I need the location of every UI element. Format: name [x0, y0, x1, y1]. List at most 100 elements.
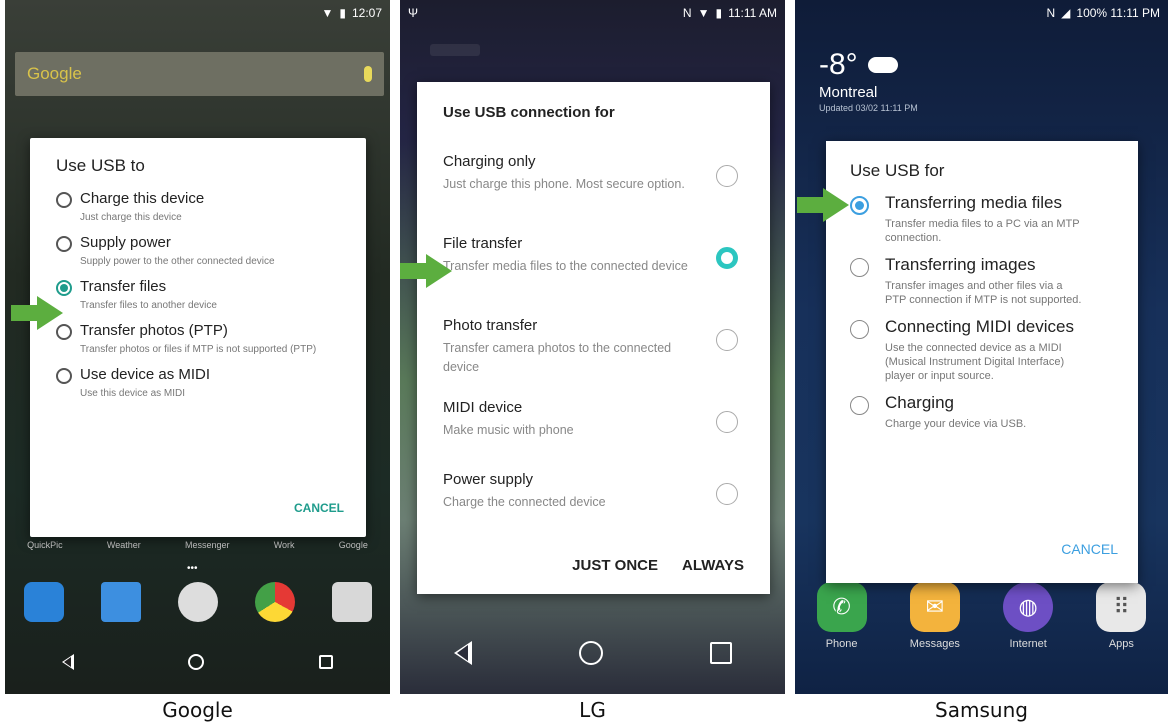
radio-button[interactable]	[56, 236, 72, 252]
samsung-phone-screen: N ◢ 100% 11:11 PM -8° Montreal Updated 0…	[795, 0, 1168, 694]
radio-button[interactable]	[56, 192, 72, 208]
phone-app[interactable]: ✆ Phone	[806, 582, 878, 650]
home-icon[interactable]	[188, 654, 205, 670]
wifi-icon: ▼	[321, 6, 334, 20]
radio-button-selected[interactable]	[56, 280, 72, 296]
just-once-button[interactable]: JUST ONCE	[572, 557, 658, 574]
lg-phone-screen: Ψ N ▼ ▮ 11:11 AM Use USB connection for …	[400, 0, 785, 694]
option-desc: Make music with phone	[443, 423, 574, 437]
usb-option[interactable]: Charging Charge your device via USB.	[850, 393, 1138, 431]
globe-icon: ◍	[1003, 582, 1054, 632]
nav-bar	[400, 612, 785, 694]
radio-button[interactable]	[716, 329, 738, 351]
option-label: Charging	[885, 393, 954, 412]
radio-button[interactable]	[56, 368, 72, 384]
envelope-icon: ✉	[909, 582, 960, 632]
always-button[interactable]: ALWAYS	[682, 557, 744, 574]
highlight-arrow-icon	[11, 296, 63, 330]
nav-bar	[5, 630, 390, 694]
usb-option[interactable]: Power supply Charge the connected device	[443, 471, 770, 533]
mic-icon[interactable]	[364, 66, 372, 82]
option-label: Connecting MIDI devices	[885, 317, 1074, 336]
internet-app[interactable]: ◍ Internet	[992, 582, 1064, 650]
radio-button[interactable]	[850, 258, 869, 277]
option-desc: Transfer camera photos to the connected …	[443, 341, 672, 374]
background-widget	[430, 44, 480, 56]
usb-option-selected[interactable]: File transfer Transfer media files to th…	[443, 235, 770, 297]
option-label: Supply power	[80, 234, 171, 251]
dialog-title: Use USB to	[56, 156, 145, 175]
status-time: 12:07	[351, 6, 382, 20]
battery-icon: ▮	[339, 6, 346, 20]
signal-icon: ◢	[1061, 6, 1071, 20]
page-indicator: •••	[187, 563, 198, 574]
status-time: 11:11 AM	[728, 6, 777, 20]
dock: ✆ Phone ✉ Messages ◍ Internet ⠿ Apps	[795, 582, 1168, 650]
dialog-title: Use USB connection for	[443, 104, 615, 121]
nfc-icon: N	[1046, 6, 1056, 20]
option-desc: Just charge this phone. Most secure opti…	[443, 177, 685, 191]
radio-button[interactable]	[850, 396, 869, 415]
home-icon[interactable]	[578, 641, 603, 665]
option-label: Transferring media files	[885, 193, 1062, 212]
app-label: Internet	[1009, 638, 1047, 650]
battery-icon: ▮	[715, 6, 723, 20]
usb-icon: Ψ	[408, 6, 419, 20]
app-label: Google	[338, 540, 368, 550]
messages-app[interactable]: ✉ Messages	[899, 582, 971, 650]
temperature: -8°	[819, 48, 858, 81]
usb-option[interactable]: Charging only Just charge this phone. Mo…	[443, 153, 770, 215]
usb-option[interactable]: Charge this device Just charge this devi…	[56, 190, 366, 224]
option-label: Transfer photos (PTP)	[80, 322, 228, 339]
app-drawer-icon[interactable]	[177, 582, 218, 622]
phone-app-icon[interactable]	[23, 582, 64, 622]
option-desc: Transfer media files to a PC via an MTP …	[885, 218, 1080, 244]
usb-option[interactable]: Use device as MIDI Use this device as MI…	[56, 366, 366, 400]
chrome-app-icon[interactable]	[254, 582, 295, 622]
cancel-button[interactable]: CANCEL	[1061, 541, 1118, 557]
option-label: Transferring images	[885, 255, 1036, 274]
usb-option[interactable]: Transferring images Transfer images and …	[850, 255, 1138, 307]
app-label: QuickPic	[27, 540, 63, 550]
recents-icon[interactable]	[318, 655, 333, 669]
option-desc: Transfer files to another device	[80, 300, 217, 311]
dock	[5, 582, 390, 622]
usb-option[interactable]: Photo transfer Transfer camera photos to…	[443, 317, 770, 379]
cancel-button[interactable]: CANCEL	[294, 501, 344, 515]
app-label: Phone	[825, 638, 858, 650]
radio-button[interactable]	[716, 165, 738, 187]
radio-button[interactable]	[716, 411, 738, 433]
usb-option[interactable]: Supply power Supply power to the other c…	[56, 234, 366, 268]
apps-button[interactable]: ⠿ Apps	[1085, 582, 1157, 650]
messages-app-icon[interactable]	[100, 582, 141, 622]
usb-option-selected[interactable]: Transferring media files Transfer media …	[850, 193, 1138, 245]
status-bar: N ◢ 100% 11:11 PM	[795, 0, 1168, 26]
radio-button-selected[interactable]	[716, 247, 738, 269]
dialog-buttons: JUST ONCE ALWAYS	[572, 557, 744, 574]
option-desc: Just charge this device	[80, 212, 182, 223]
google-search-bar[interactable]: Google	[15, 52, 384, 96]
usb-dialog: Use USB for Transferring media files Tra…	[826, 141, 1138, 583]
option-desc: Transfer photos or files if MTP is not s…	[80, 344, 317, 355]
usb-option-selected[interactable]: Transfer files Transfer files to another…	[56, 278, 366, 312]
app-label: Messenger	[184, 540, 230, 550]
radio-button[interactable]	[716, 483, 738, 505]
dialog-title: Use USB for	[850, 161, 945, 180]
app-label-row: QuickPic Weather Messenger Work Google	[5, 540, 390, 550]
usb-option[interactable]: Connecting MIDI devices Use the connecte…	[850, 317, 1138, 383]
nfc-icon: N	[682, 6, 692, 20]
recents-icon[interactable]	[709, 642, 732, 664]
radio-button[interactable]	[850, 320, 869, 339]
back-icon[interactable]	[62, 654, 75, 670]
option-desc: Charge the connected device	[443, 495, 606, 509]
app-label: Weather	[106, 540, 141, 550]
radio-button-selected[interactable]	[850, 196, 869, 215]
camera-app-icon[interactable]	[331, 582, 372, 622]
weather-updated: Updated 03/02 11:11 PM	[819, 103, 918, 113]
back-icon[interactable]	[453, 641, 472, 665]
usb-option[interactable]: MIDI device Make music with phone	[443, 399, 770, 451]
usb-option[interactable]: Transfer photos (PTP) Transfer photos or…	[56, 322, 366, 356]
usb-dialog: Use USB connection for Charging only Jus…	[417, 82, 770, 594]
option-desc: Use this device as MIDI	[80, 388, 186, 399]
weather-widget[interactable]: -8° Montreal Updated 03/02 11:11 PM	[819, 48, 918, 113]
